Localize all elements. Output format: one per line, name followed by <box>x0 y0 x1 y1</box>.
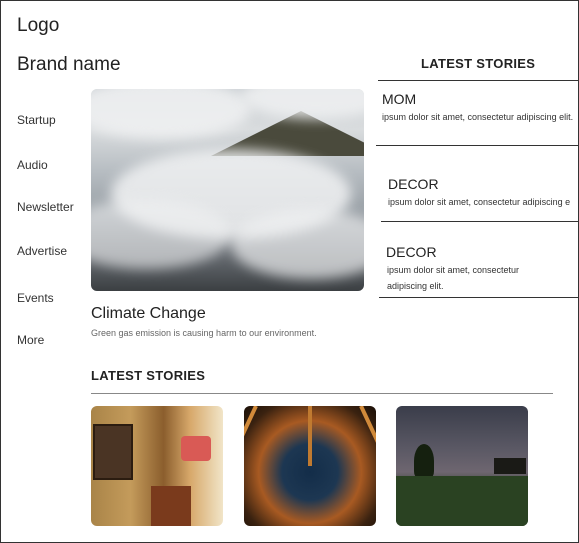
painting-frame <box>93 424 133 480</box>
tree-trunk <box>244 406 258 516</box>
brand-name[interactable]: Brand name <box>17 54 121 76</box>
forest-canopy-photo[interactable] <box>244 406 376 526</box>
divider <box>91 393 553 394</box>
hero-subtitle: Green gas emission is causing harm to ou… <box>91 328 317 338</box>
hero-image[interactable] <box>91 89 364 291</box>
logo[interactable]: Logo <box>17 15 59 37</box>
hero-title[interactable]: Climate Change <box>91 305 206 323</box>
tree-trunk <box>359 406 376 516</box>
lawn <box>396 476 528 526</box>
divider <box>379 297 579 298</box>
nav-item-more[interactable]: More <box>17 333 44 347</box>
gazebo-silhouette <box>494 458 526 474</box>
divider <box>381 221 579 222</box>
story-title[interactable]: DECOR <box>386 244 437 260</box>
latest-stories-heading: LATEST STORIES <box>91 368 206 383</box>
story-excerpt: ipsum dolor sit amet, consectetur adipis… <box>382 112 574 122</box>
tree-trunk <box>308 406 312 466</box>
story-excerpt: ipsum dolor sit amet, consectetur adipis… <box>387 265 520 291</box>
nav-item-startup[interactable]: Startup <box>17 113 56 127</box>
tree-silhouette <box>414 444 434 478</box>
hallway-photo[interactable] <box>91 406 223 526</box>
nav-item-events[interactable]: Events <box>17 291 54 305</box>
nav-item-newsletter[interactable]: Newsletter <box>17 200 74 214</box>
latest-stories-heading: LATEST STORIES <box>421 56 536 71</box>
wood-floor <box>151 486 191 526</box>
story-title[interactable]: DECOR <box>388 176 439 192</box>
red-cushions <box>181 436 211 461</box>
story-excerpt: ipsum dolor sit amet, consectetur adipis… <box>388 197 571 207</box>
night-sky-photo[interactable] <box>396 406 528 526</box>
nav-item-audio[interactable]: Audio <box>17 158 48 172</box>
divider <box>376 145 579 146</box>
nav-item-advertise[interactable]: Advertise <box>17 244 67 258</box>
story-title[interactable]: MOM <box>382 91 416 107</box>
divider <box>378 80 579 81</box>
